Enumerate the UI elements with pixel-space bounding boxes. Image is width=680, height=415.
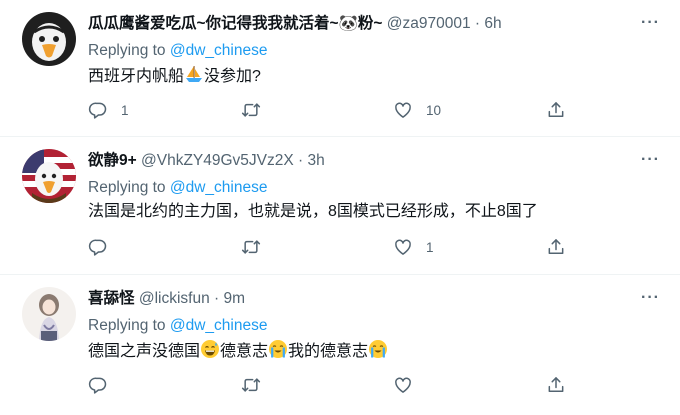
like-icon (393, 375, 413, 395)
like-count: 10 (426, 102, 442, 118)
reply-button[interactable] (88, 375, 121, 395)
mention-link[interactable]: @dw_chinese (170, 317, 268, 334)
like-icon (393, 237, 413, 257)
grinning-sweat-face-icon (200, 339, 220, 366)
replying-to: Replying to @dw_chinese (88, 178, 267, 198)
retweet-button[interactable] (241, 375, 274, 395)
share-icon (546, 100, 566, 120)
anime-girl-avatar-icon (22, 287, 76, 341)
tweet-header: 瓜瓜鹰酱爱吃瓜~你记得我我就活着~🐼粉~ @za970001 · 6h (88, 14, 502, 34)
timestamp[interactable]: 3h (308, 152, 325, 169)
tweet-actions: 1 (88, 237, 568, 263)
eagle-flag-avatar-icon (22, 149, 76, 203)
separator: · (470, 15, 485, 32)
replying-to: Replying to @dw_chinese (88, 41, 267, 61)
like-icon (393, 100, 413, 120)
timestamp[interactable]: 6h (484, 15, 501, 32)
tweet[interactable]: 瓜瓜鹰酱爱吃瓜~你记得我我就活着~🐼粉~ @za970001 · 6h ··· … (0, 0, 680, 137)
replying-to-label: Replying to (88, 42, 166, 59)
replying-to-label: Replying to (88, 317, 166, 334)
replying-to-label: Replying to (88, 179, 166, 196)
tweet-text: 西班牙内帆船 没参加? (88, 64, 261, 91)
sailboat-icon (184, 64, 204, 91)
tweet-text-part: 德意志 (220, 343, 269, 360)
timestamp[interactable]: 9m (223, 290, 245, 307)
retweet-icon (241, 100, 261, 120)
loudly-crying-face-icon (368, 339, 388, 366)
tweet-header: 欲静9+ @VhkZY49Gv5JVz2X · 3h (88, 151, 325, 171)
retweet-button[interactable] (241, 237, 274, 257)
separator: · (293, 152, 308, 169)
like-button[interactable] (393, 375, 426, 395)
like-button[interactable]: 1 (393, 237, 434, 257)
tweet-text: 德国之声没德国 德意志 我的德意志 (88, 339, 388, 366)
avatar[interactable] (22, 12, 76, 66)
user-handle[interactable]: @za970001 (387, 15, 471, 32)
reply-icon (88, 100, 108, 120)
share-icon (546, 237, 566, 257)
more-icon[interactable]: ··· (641, 289, 660, 307)
tweet-header: 喜舔怪 @lickisfun · 9m (88, 289, 245, 309)
retweet-icon (241, 237, 261, 257)
mention-link[interactable]: @dw_chinese (170, 42, 268, 59)
tweet[interactable]: 欲静9+ @VhkZY49Gv5JVz2X · 3h ··· Replying … (0, 137, 680, 275)
tweet-text-part: 我的德意志 (288, 343, 369, 360)
separator: · (209, 290, 224, 307)
tweet-text: 法国是北约的主力国，也就是说，8国模式已经形成，不止8国了 (88, 203, 538, 220)
retweet-button[interactable] (241, 100, 274, 120)
reply-icon (88, 237, 108, 257)
more-icon[interactable]: ··· (641, 151, 660, 169)
like-count: 1 (426, 239, 434, 255)
avatar[interactable] (22, 287, 76, 341)
tweet-actions: 1 10 (88, 100, 568, 126)
reply-button[interactable] (88, 237, 121, 257)
share-button[interactable] (546, 100, 566, 120)
display-name[interactable]: 喜舔怪 (88, 290, 135, 307)
display-name[interactable]: 瓜瓜鹰酱爱吃瓜~你记得我我就活着~🐼粉~ (88, 15, 382, 32)
tweet-actions (88, 375, 568, 401)
share-icon (546, 375, 566, 395)
tweet-text-part: 西班牙内帆船 (88, 68, 185, 85)
user-handle[interactable]: @VhkZY49Gv5JVz2X (141, 152, 294, 169)
share-button[interactable] (546, 375, 566, 395)
replying-to: Replying to @dw_chinese (88, 316, 267, 336)
retweet-icon (241, 375, 261, 395)
avatar[interactable] (22, 149, 76, 203)
like-button[interactable]: 10 (393, 100, 441, 120)
eagle-avatar-icon (22, 12, 76, 66)
mention-link[interactable]: @dw_chinese (170, 179, 268, 196)
share-button[interactable] (546, 237, 566, 257)
display-name[interactable]: 欲静9+ (88, 152, 137, 169)
tweet[interactable]: 喜舔怪 @lickisfun · 9m ··· Replying to @dw_… (0, 275, 680, 415)
more-icon[interactable]: ··· (641, 14, 660, 32)
user-handle[interactable]: @lickisfun (139, 290, 210, 307)
loudly-crying-face-icon (268, 339, 288, 366)
reply-icon (88, 375, 108, 395)
reply-count: 1 (121, 102, 129, 118)
tweet-text-part: 没参加? (204, 68, 261, 85)
tweet-text-part: 德国之声没德国 (88, 343, 201, 360)
reply-button[interactable]: 1 (88, 100, 129, 120)
